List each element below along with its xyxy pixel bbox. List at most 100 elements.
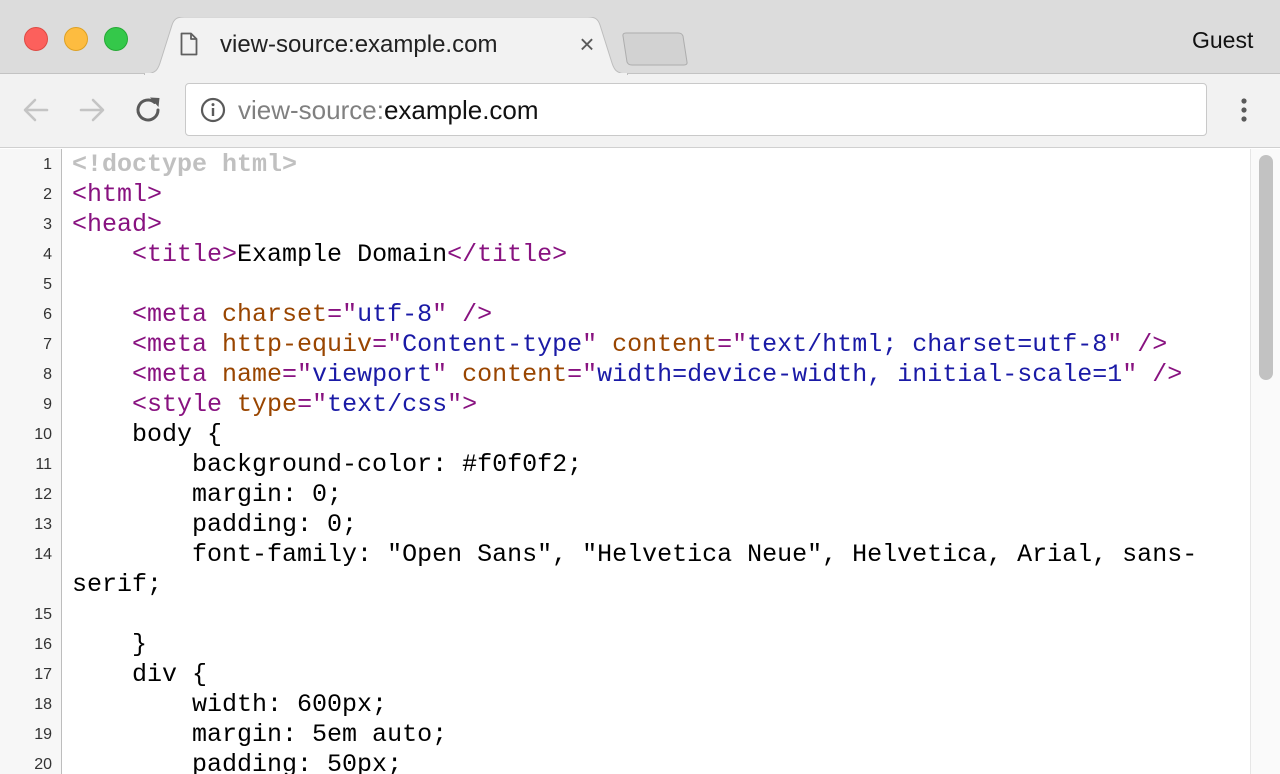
code-token-attr: content [612, 330, 718, 359]
document-icon [180, 32, 198, 56]
code-token-val: Content-type [402, 330, 583, 359]
source-line: 1 <!doctype html> [0, 149, 1250, 179]
source-line: 2 <html> [0, 179, 1250, 209]
code-token-tag: <meta [132, 330, 223, 359]
line-number: 4 [43, 246, 52, 263]
line-code: <head> [72, 210, 1242, 240]
line-code: margin: 0; [72, 480, 1242, 510]
line-code: background-color: #f0f0f2; [72, 450, 1242, 480]
line-code: body { [72, 420, 1242, 450]
line-number: 17 [34, 666, 52, 683]
code-token-tag: <title> [132, 240, 238, 269]
line-code: } [72, 630, 1242, 660]
code-token-tag: " /> [432, 300, 493, 329]
code-token-tag: " /> [1107, 330, 1168, 359]
source-line: 9 <style type="text/css"> [0, 389, 1250, 419]
tab-strip: view-source:example.com × Guest [0, 0, 1280, 75]
code-token-text: } [72, 630, 148, 659]
source-line: 15 [0, 599, 1250, 629]
source-line: 3 <head> [0, 209, 1250, 239]
line-number: 10 [34, 426, 52, 443]
line-number: 7 [43, 336, 52, 353]
back-arrow-icon[interactable] [20, 94, 52, 126]
source-line: 20 padding: 50px; [0, 749, 1250, 774]
line-number: 16 [34, 636, 52, 653]
line-number: 13 [34, 516, 52, 533]
toolbar: view-source:example.com [0, 74, 1280, 148]
source-line: 16 } [0, 629, 1250, 659]
source-view[interactable]: 1 <!doctype html> 2 <html> 3 <head> 4 <title>E… [0, 149, 1250, 774]
code-token-text: margin: 0; [72, 480, 343, 509]
code-token-tag: <html> [72, 180, 163, 209]
source-line: 19 margin: 5em auto; [0, 719, 1250, 749]
code-token-val: text/html; charset=utf-8 [747, 330, 1108, 359]
line-code: <meta http-equiv="Content-type" content=… [72, 330, 1242, 360]
line-number: 5 [43, 276, 52, 293]
code-token-text: font-family: "Open Sans", "Helvetica Neu… [72, 540, 1198, 599]
source-line: 12 margin: 0; [0, 479, 1250, 509]
line-number: 18 [34, 696, 52, 713]
source-line: 17 div { [0, 659, 1250, 689]
code-token-doctype: <!doctype html> [72, 150, 298, 179]
code-token-tag: =" [372, 330, 403, 359]
line-code: width: 600px; [72, 690, 1242, 720]
line-number: 20 [34, 756, 52, 773]
tab-close-button[interactable]: × [576, 31, 598, 57]
url-text[interactable]: view-source:example.com [238, 95, 539, 126]
profile-guest-label[interactable]: Guest [1192, 27, 1253, 54]
code-token-text: margin: 5em auto; [72, 720, 448, 749]
code-token-tag: =" [282, 360, 313, 389]
code-token-tag: " /> [1122, 360, 1183, 389]
code-token-tag: <meta [132, 360, 223, 389]
source-line: 5 [0, 269, 1250, 299]
window-zoom-button[interactable] [104, 27, 128, 51]
code-token-text: background-color: #f0f0f2; [72, 450, 583, 479]
line-number: 19 [34, 726, 52, 743]
code-token-attr: content [462, 360, 568, 389]
code-token-tag: =" [297, 390, 328, 419]
line-number: 14 [34, 546, 52, 563]
line-code: <meta name="viewport" content="width=dev… [72, 360, 1242, 390]
code-token-tag: </title> [447, 240, 568, 269]
url-scheme: view-source: [238, 95, 384, 125]
line-number: 11 [35, 456, 52, 473]
code-token-val: width=device-width, initial-scale=1 [597, 360, 1123, 389]
line-code [72, 600, 1242, 630]
kebab-menu-icon[interactable] [1234, 96, 1254, 126]
line-code: <!doctype html> [72, 150, 1242, 180]
new-tab-button[interactable] [620, 32, 690, 66]
url-host: example.com [383, 95, 539, 125]
tab-active[interactable]: view-source:example.com × [144, 17, 628, 75]
code-token-tag: <style [132, 390, 238, 419]
code-token-text: width: 600px; [72, 690, 388, 719]
source-line: 7 <meta http-equiv="Content-type" conten… [0, 329, 1250, 359]
vertical-scrollbar[interactable] [1250, 149, 1280, 774]
address-bar[interactable]: view-source:example.com [185, 83, 1207, 136]
code-token-attr: type [237, 390, 298, 419]
scrollbar-thumb[interactable] [1259, 155, 1273, 380]
code-token-attr: charset [222, 300, 328, 329]
forward-arrow-icon[interactable] [76, 94, 108, 126]
source-line: 18 width: 600px; [0, 689, 1250, 719]
code-token-tag: "> [447, 390, 478, 419]
info-icon[interactable] [200, 97, 226, 123]
line-code: margin: 5em auto; [72, 720, 1242, 750]
window-close-button[interactable] [24, 27, 48, 51]
line-code: <style type="text/css"> [72, 390, 1242, 420]
line-number: 3 [43, 216, 52, 233]
code-token-attr: http-equiv [222, 330, 373, 359]
reload-icon[interactable] [132, 94, 164, 126]
new-tab-icon [622, 32, 688, 66]
source-line: 4 <title>Example Domain</title> [0, 239, 1250, 269]
source-line: 6 <meta charset="utf-8" /> [0, 299, 1250, 329]
line-number: 15 [34, 606, 52, 623]
window-minimize-button[interactable] [64, 27, 88, 51]
line-number: 8 [43, 366, 52, 383]
code-token-tag: =" [717, 330, 748, 359]
code-token-text: padding: 50px; [72, 750, 403, 774]
code-token-text: padding: 0; [72, 510, 358, 539]
